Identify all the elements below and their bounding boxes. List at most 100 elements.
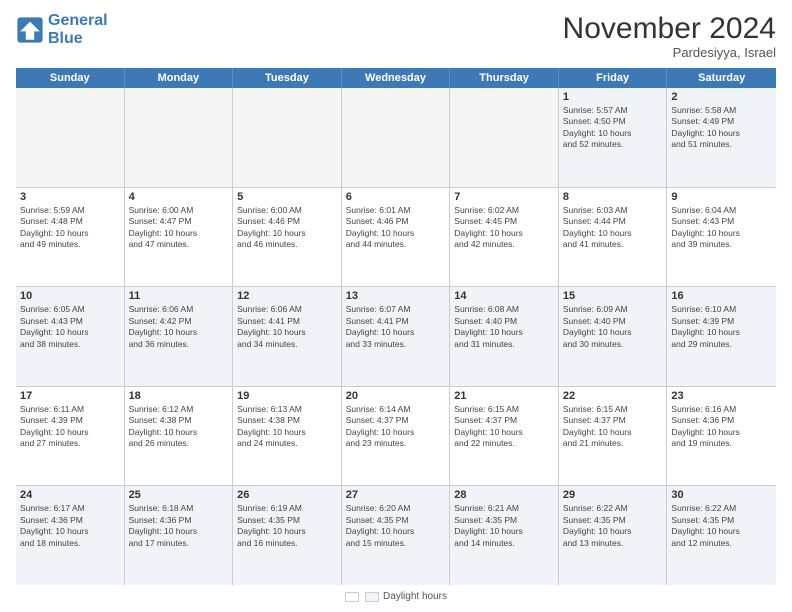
logo: GeneralBlue xyxy=(16,12,108,47)
header-day-friday: Friday xyxy=(559,68,668,88)
day-info: Sunrise: 5:58 AMSunset: 4:49 PMDaylight:… xyxy=(671,105,772,151)
day-cell-19: 19Sunrise: 6:13 AMSunset: 4:38 PMDayligh… xyxy=(233,387,342,486)
daylight-label: Daylight hours xyxy=(383,591,447,602)
day-info: Sunrise: 6:22 AMSunset: 4:35 PMDaylight:… xyxy=(563,503,663,549)
day-info: Sunrise: 6:09 AMSunset: 4:40 PMDaylight:… xyxy=(563,304,663,350)
day-info: Sunrise: 6:17 AMSunset: 4:36 PMDaylight:… xyxy=(20,503,120,549)
day-cell-5: 5 Sunrise: 6:00 AMSunset: 4:46 PMDaylight… xyxy=(233,188,342,287)
day-info: Sunrise: 6:06 AMSunset: 4:41 PMDaylight:… xyxy=(237,304,337,350)
day-number: 26 xyxy=(237,489,337,501)
day-number: 8 xyxy=(563,191,663,203)
day-number: 1 xyxy=(563,91,663,103)
day-number: 18 xyxy=(129,390,229,402)
day-number: 7 xyxy=(454,191,554,203)
empty-cell xyxy=(342,88,451,187)
day-info: Sunrise: 6:22 AMSunset: 4:35 PMDaylight:… xyxy=(671,503,772,549)
day-number: 25 xyxy=(129,489,229,501)
header-day-wednesday: Wednesday xyxy=(342,68,451,88)
day-info: Sunrise: 6:01 AMSunset: 4:46 PMDaylight:… xyxy=(346,205,446,251)
day-number: 16 xyxy=(671,290,772,302)
day-info: Sunrise: 6:20 AMSunset: 4:35 PMDaylight:… xyxy=(346,503,446,549)
day-number: 2 xyxy=(671,91,772,103)
day-cell-8: 8 Sunrise: 6:03 AMSunset: 4:44 PMDaylight… xyxy=(559,188,668,287)
day-cell-10: 10 Sunrise: 6:05 AMSunset: 4:43 PMDayligh… xyxy=(16,287,125,386)
day-cell-3: 3Sunrise: 5:59 AMSunset: 4:48 PMDaylight… xyxy=(16,188,125,287)
location: Pardesiyya, Israel xyxy=(563,45,776,60)
day-info: Sunrise: 6:06 AMSunset: 4:42 PMDaylight:… xyxy=(129,304,229,350)
day-cell-23: 23 Sunrise: 6:16 AMSunset: 4:36 PMDayligh… xyxy=(667,387,776,486)
day-cell-29: 29 Sunrise: 6:22 AMSunset: 4:35 PMDayligh… xyxy=(559,486,668,585)
calendar-header: SundayMondayTuesdayWednesdayThursdayFrid… xyxy=(16,68,776,88)
day-info: Sunrise: 5:59 AMSunset: 4:48 PMDaylight:… xyxy=(20,205,120,251)
empty-cell xyxy=(125,88,234,187)
day-cell-30: 30 Sunrise: 6:22 AMSunset: 4:35 PMDayligh… xyxy=(667,486,776,585)
day-info: Sunrise: 6:10 AMSunset: 4:39 PMDaylight:… xyxy=(671,304,772,350)
day-number: 30 xyxy=(671,489,772,501)
day-info: Sunrise: 6:13 AMSunset: 4:38 PMDaylight:… xyxy=(237,404,337,450)
day-cell-22: 22Sunrise: 6:15 AMSunset: 4:37 PMDayligh… xyxy=(559,387,668,486)
day-info: Sunrise: 6:16 AMSunset: 4:36 PMDaylight:… xyxy=(671,404,772,450)
empty-cell xyxy=(450,88,559,187)
day-cell-21: 21Sunrise: 6:15 AMSunset: 4:37 PMDayligh… xyxy=(450,387,559,486)
day-cell-25: 25 Sunrise: 6:18 AMSunset: 4:36 PMDayligh… xyxy=(125,486,234,585)
calendar-row-2: 3Sunrise: 5:59 AMSunset: 4:48 PMDaylight… xyxy=(16,188,776,288)
page: GeneralBlue November 2024 Pardesiyya, Is… xyxy=(0,0,792,612)
footer: Daylight hours xyxy=(16,591,776,602)
day-info: Sunrise: 6:05 AMSunset: 4:43 PMDaylight:… xyxy=(20,304,120,350)
day-info: Sunrise: 6:18 AMSunset: 4:36 PMDaylight:… xyxy=(129,503,229,549)
calendar-row-4: 17Sunrise: 6:11 AMSunset: 4:39 PMDayligh… xyxy=(16,387,776,487)
day-info: Sunrise: 6:12 AMSunset: 4:38 PMDaylight:… xyxy=(129,404,229,450)
calendar-row-5: 24 Sunrise: 6:17 AMSunset: 4:36 PMDayligh… xyxy=(16,486,776,585)
day-cell-20: 20 Sunrise: 6:14 AMSunset: 4:37 PMDayligh… xyxy=(342,387,451,486)
day-info: Sunrise: 6:21 AMSunset: 4:35 PMDaylight:… xyxy=(454,503,554,549)
logo-icon xyxy=(16,16,44,44)
day-number: 12 xyxy=(237,290,337,302)
header-day-tuesday: Tuesday xyxy=(233,68,342,88)
day-number: 27 xyxy=(346,489,446,501)
day-cell-12: 12 Sunrise: 6:06 AMSunset: 4:41 PMDayligh… xyxy=(233,287,342,386)
day-number: 10 xyxy=(20,290,120,302)
day-info: Sunrise: 6:00 AMSunset: 4:46 PMDaylight:… xyxy=(237,205,337,251)
header: GeneralBlue November 2024 Pardesiyya, Is… xyxy=(16,12,776,60)
day-info: Sunrise: 6:08 AMSunset: 4:40 PMDaylight:… xyxy=(454,304,554,350)
header-day-monday: Monday xyxy=(125,68,234,88)
calendar: SundayMondayTuesdayWednesdayThursdayFrid… xyxy=(16,68,776,585)
calendar-row-1: 1 Sunrise: 5:57 AMSunset: 4:50 PMDaylight… xyxy=(16,88,776,188)
legend-white xyxy=(345,592,359,602)
day-info: Sunrise: 6:14 AMSunset: 4:37 PMDaylight:… xyxy=(346,404,446,450)
day-number: 15 xyxy=(563,290,663,302)
day-cell-18: 18 Sunrise: 6:12 AMSunset: 4:38 PMDayligh… xyxy=(125,387,234,486)
calendar-body: 1 Sunrise: 5:57 AMSunset: 4:50 PMDaylight… xyxy=(16,88,776,585)
legend-shaded: Daylight hours xyxy=(365,591,447,602)
day-number: 21 xyxy=(454,390,554,402)
day-info: Sunrise: 6:03 AMSunset: 4:44 PMDaylight:… xyxy=(563,205,663,251)
day-cell-15: 15 Sunrise: 6:09 AMSunset: 4:40 PMDayligh… xyxy=(559,287,668,386)
day-info: Sunrise: 6:02 AMSunset: 4:45 PMDaylight:… xyxy=(454,205,554,251)
legend-shaded-box xyxy=(365,592,379,602)
day-number: 6 xyxy=(346,191,446,203)
day-number: 24 xyxy=(20,489,120,501)
day-number: 29 xyxy=(563,489,663,501)
day-cell-17: 17Sunrise: 6:11 AMSunset: 4:39 PMDayligh… xyxy=(16,387,125,486)
day-cell-28: 28 Sunrise: 6:21 AMSunset: 4:35 PMDayligh… xyxy=(450,486,559,585)
day-info: Sunrise: 6:04 AMSunset: 4:43 PMDaylight:… xyxy=(671,205,772,251)
day-number: 23 xyxy=(671,390,772,402)
day-cell-27: 27 Sunrise: 6:20 AMSunset: 4:35 PMDayligh… xyxy=(342,486,451,585)
day-info: Sunrise: 5:57 AMSunset: 4:50 PMDaylight:… xyxy=(563,105,663,151)
day-cell-4: 4Sunrise: 6:00 AMSunset: 4:47 PMDaylight… xyxy=(125,188,234,287)
day-cell-24: 24 Sunrise: 6:17 AMSunset: 4:36 PMDayligh… xyxy=(16,486,125,585)
day-cell-6: 6 Sunrise: 6:01 AMSunset: 4:46 PMDaylight… xyxy=(342,188,451,287)
title-block: November 2024 Pardesiyya, Israel xyxy=(563,12,776,60)
day-cell-7: 7 Sunrise: 6:02 AMSunset: 4:45 PMDaylight… xyxy=(450,188,559,287)
day-info: Sunrise: 6:00 AMSunset: 4:47 PMDaylight:… xyxy=(129,205,229,251)
calendar-row-3: 10 Sunrise: 6:05 AMSunset: 4:43 PMDayligh… xyxy=(16,287,776,387)
day-cell-16: 16 Sunrise: 6:10 AMSunset: 4:39 PMDayligh… xyxy=(667,287,776,386)
legend-white-box xyxy=(345,592,359,602)
day-cell-26: 26Sunrise: 6:19 AMSunset: 4:35 PMDayligh… xyxy=(233,486,342,585)
empty-cell xyxy=(233,88,342,187)
day-number: 20 xyxy=(346,390,446,402)
header-day-thursday: Thursday xyxy=(450,68,559,88)
day-number: 5 xyxy=(237,191,337,203)
day-number: 17 xyxy=(20,390,120,402)
day-number: 28 xyxy=(454,489,554,501)
